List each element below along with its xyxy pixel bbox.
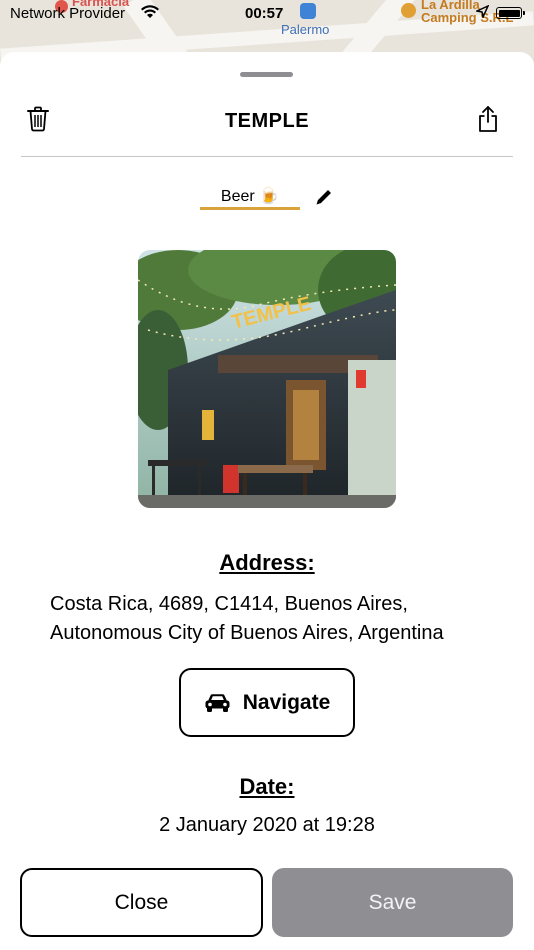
share-button[interactable] — [471, 102, 505, 136]
navigate-button[interactable]: Navigate — [179, 668, 355, 737]
share-icon — [479, 106, 497, 132]
venue-photo-image: TEMPLE — [138, 250, 396, 508]
address-text: Costa Rica, 4689, C1414, Buenos Aires, A… — [50, 590, 510, 648]
clock: 00:57 — [245, 5, 284, 22]
close-button[interactable]: Close — [20, 868, 263, 937]
car-icon — [205, 693, 230, 712]
wifi-icon — [140, 4, 160, 24]
category-field[interactable]: Beer 🍺 — [200, 186, 300, 210]
address-line-2: Autonomous City of Buenos Aires, Argenti… — [50, 622, 444, 644]
place-title: TEMPLE — [224, 110, 310, 132]
place-photo: TEMPLE — [138, 250, 396, 508]
pencil-icon — [316, 190, 331, 205]
sheet-grabber[interactable] — [240, 72, 293, 77]
navigate-label: Navigate — [242, 690, 331, 714]
location-arrow-icon — [474, 4, 490, 22]
battery-nub — [523, 11, 525, 15]
place-detail-sheet: TEMPLE Beer 🍺 TEMPLE Address: Costa Rica… — [0, 52, 534, 950]
status-bar: Network Provider 00:57 — [0, 0, 534, 26]
save-button[interactable]: Save — [272, 868, 513, 937]
carrier-label: Network Provider — [10, 5, 126, 22]
date-value: 2 January 2020 at 19:28 — [159, 814, 375, 836]
address-line-1: Costa Rica, 4689, C1414, Buenos Aires, — [50, 593, 408, 615]
battery-icon — [496, 7, 522, 19]
edit-category-button[interactable] — [307, 180, 341, 214]
header-divider — [21, 156, 513, 157]
address-heading: Address: — [219, 550, 315, 575]
date-heading: Date: — [239, 774, 295, 799]
